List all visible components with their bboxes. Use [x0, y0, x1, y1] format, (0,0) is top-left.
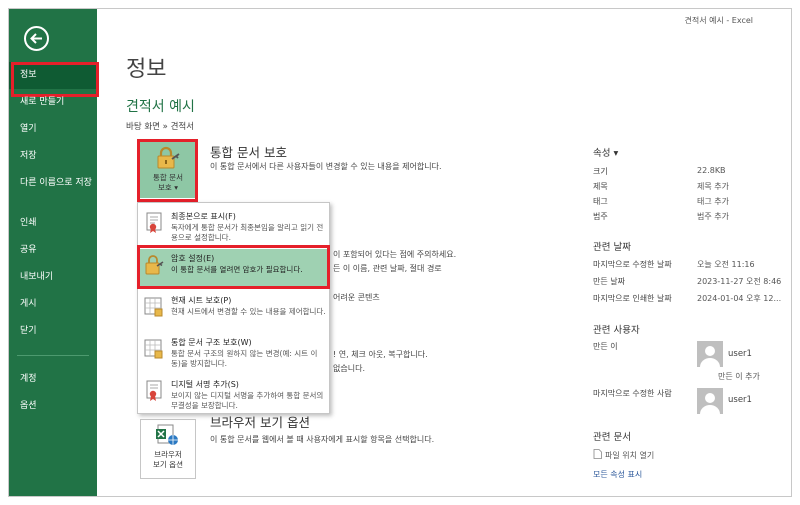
- nav-item-open[interactable]: 열기: [9, 116, 97, 143]
- versions-desc-fragment-2: 없습니다.: [333, 364, 365, 373]
- signature-ribbon-icon: [146, 380, 162, 401]
- menu-item-digital-signature[interactable]: 디지털 서명 추가(S) 보이지 않는 디지털 서명을 추가하여 통합 문서의 …: [138, 375, 329, 415]
- browser-section-desc: 이 통합 문서를 웹에서 볼 때 사용자에게 표시할 항목을 선택합니다.: [210, 435, 435, 444]
- modifier-name[interactable]: user1: [728, 395, 752, 405]
- protect-sheet-desc: 현재 시트에서 변경할 수 있는 내용을 제어합니다.: [171, 307, 326, 316]
- related-people-header: 관련 사용자: [593, 325, 640, 336]
- excel-backstage-window: 정보 새로 만들기 열기 저장 다른 이름으로 저장 인쇄 공유 내보내기 게시…: [8, 8, 792, 497]
- nav-separator: [17, 355, 89, 356]
- back-arrow-icon: [30, 33, 42, 44]
- versions-desc-fragment-1: ! 연, 체크 아웃, 복구합니다.: [333, 350, 428, 359]
- nav-item-save-as[interactable]: 다른 이름으로 저장: [9, 170, 97, 210]
- printed-date-label: 마지막으로 인쇄한 날짜: [593, 294, 672, 303]
- nav-item-export[interactable]: 내보내기: [9, 264, 97, 291]
- prop-title-label: 제목: [593, 182, 608, 191]
- author-avatar[interactable]: [697, 341, 723, 367]
- prop-tags-value[interactable]: 태그 추가: [697, 196, 729, 207]
- password-highlight-frame: [137, 245, 330, 289]
- printed-date-value: 2024-01-04 오후 12...: [697, 294, 782, 303]
- menu-item-protect-structure[interactable]: 통합 문서 구조 보호(W) 통합 문서 구조의 원하지 않는 변경(예: 시트…: [138, 333, 329, 373]
- mark-final-desc: 독자에게 통합 문서가 최종본임을 알리고 읽기 전용으로 설정합니다.: [171, 223, 324, 242]
- digital-signature-title: 디지털 서명 추가(S): [171, 380, 239, 389]
- created-date-label: 만든 날짜: [593, 277, 625, 286]
- open-file-location-label: 파일 위치 열기: [605, 451, 655, 460]
- backstage-main: 견적서 예시 - Excel 정보 견적서 예시 바탕 화면 » 견적서 통합 …: [97, 9, 791, 496]
- document-path[interactable]: 바탕 화면 » 견적서: [126, 120, 194, 132]
- nav-item-options[interactable]: 옵션: [9, 393, 97, 420]
- protect-section-desc: 이 통합 문서에서 다른 사용자들이 변경할 수 있는 내용을 제어합니다.: [210, 162, 442, 171]
- window-title: 견적서 예시 - Excel: [684, 16, 753, 25]
- modifier-avatar[interactable]: [697, 388, 723, 414]
- prop-size-value: 22.8KB: [697, 166, 726, 175]
- properties-header[interactable]: 속성 ▾: [593, 145, 618, 159]
- protect-structure-title: 통합 문서 구조 보호(W): [171, 338, 252, 347]
- nav-item-save[interactable]: 저장: [9, 143, 97, 170]
- workbook-lock-icon: [144, 339, 163, 359]
- created-date-value: 2023-11-27 오전 8:46: [697, 277, 782, 286]
- protect-highlight-frame: [137, 139, 198, 202]
- inspect-desc-fragment-1: 이 포함되어 있다는 점에 주의하세요.: [333, 250, 457, 259]
- nav-item-share[interactable]: 공유: [9, 237, 97, 264]
- related-dates-header: 관련 날짜: [593, 242, 631, 253]
- person-icon: [700, 346, 720, 367]
- inspect-desc-fragment-3: 어려운 콘텐츠: [333, 293, 380, 302]
- nav-item-print[interactable]: 인쇄: [9, 210, 97, 237]
- person-icon: [700, 393, 720, 414]
- sheet-lock-icon: [144, 297, 163, 317]
- related-documents-header: 관련 문서: [593, 432, 631, 443]
- document-name: 견적서 예시: [126, 99, 195, 115]
- protect-workbook-menu: 최종본으로 표시(F) 독자에게 통합 문서가 최종본임을 알리고 읽기 전용으…: [137, 202, 330, 414]
- back-button[interactable]: [24, 26, 49, 51]
- modified-date-value: 오늘 오전 11:16: [697, 260, 755, 269]
- excel-globe-icon: [156, 424, 178, 445]
- browser-view-options-button[interactable]: 브라우저 보기 옵션: [140, 419, 196, 479]
- nav-item-publish[interactable]: 게시: [9, 291, 97, 318]
- nav-item-new[interactable]: 새로 만들기: [9, 89, 97, 116]
- backstage-nav: 정보 새로 만들기 열기 저장 다른 이름으로 저장 인쇄 공유 내보내기 게시…: [9, 62, 99, 420]
- protect-section-title: 통합 문서 보호: [210, 145, 287, 160]
- show-all-properties-link[interactable]: 모든 속성 표시: [593, 469, 642, 480]
- backstage-sidebar: 정보 새로 만들기 열기 저장 다른 이름으로 저장 인쇄 공유 내보내기 게시…: [9, 9, 99, 496]
- prop-title-value[interactable]: 제목 추가: [697, 181, 729, 192]
- prop-category-label: 범주: [593, 212, 608, 221]
- last-modified-by-label: 마지막으로 수정한 사람: [593, 389, 672, 398]
- nav-item-close[interactable]: 닫기: [9, 318, 97, 345]
- protect-structure-desc: 통합 문서 구조의 원하지 않는 변경(예: 시트 이동)을 방지합니다.: [171, 349, 318, 368]
- menu-item-mark-final[interactable]: 최종본으로 표시(F) 독자에게 통합 문서가 최종본임을 알리고 읽기 전용으…: [138, 207, 329, 247]
- add-author-link[interactable]: 만든 이 추가: [718, 371, 760, 382]
- modified-date-label: 마지막으로 수정한 날짜: [593, 260, 672, 269]
- menu-item-protect-sheet[interactable]: 현재 시트 보호(P) 현재 시트에서 변경할 수 있는 내용을 제어합니다.: [138, 291, 329, 331]
- author-label: 만든 이: [593, 342, 618, 351]
- protect-sheet-title: 현재 시트 보호(P): [171, 296, 232, 305]
- browser-button-label-1: 브라우저: [154, 450, 182, 459]
- page-title: 정보: [126, 57, 167, 82]
- page-icon: [593, 449, 602, 459]
- browser-button-label-2: 보기 옵션: [153, 460, 183, 469]
- nav-item-info[interactable]: 정보: [9, 62, 99, 97]
- prop-tags-label: 태그: [593, 197, 608, 206]
- prop-category-value[interactable]: 범주 추가: [697, 211, 729, 222]
- prop-size-label: 크기: [593, 167, 608, 176]
- mark-final-title: 최종본으로 표시(F): [171, 212, 236, 221]
- author-name[interactable]: user1: [728, 349, 752, 359]
- open-file-location[interactable]: 파일 위치 열기: [593, 449, 654, 461]
- digital-signature-desc: 보이지 않는 디지털 서명을 추가하여 통합 문서의 무결성을 보장합니다.: [171, 391, 324, 410]
- nav-item-account[interactable]: 계정: [9, 366, 97, 393]
- final-ribbon-icon: [146, 212, 162, 233]
- inspect-desc-fragment-2: 든 이 이름, 관련 날짜, 절대 경로: [333, 264, 442, 273]
